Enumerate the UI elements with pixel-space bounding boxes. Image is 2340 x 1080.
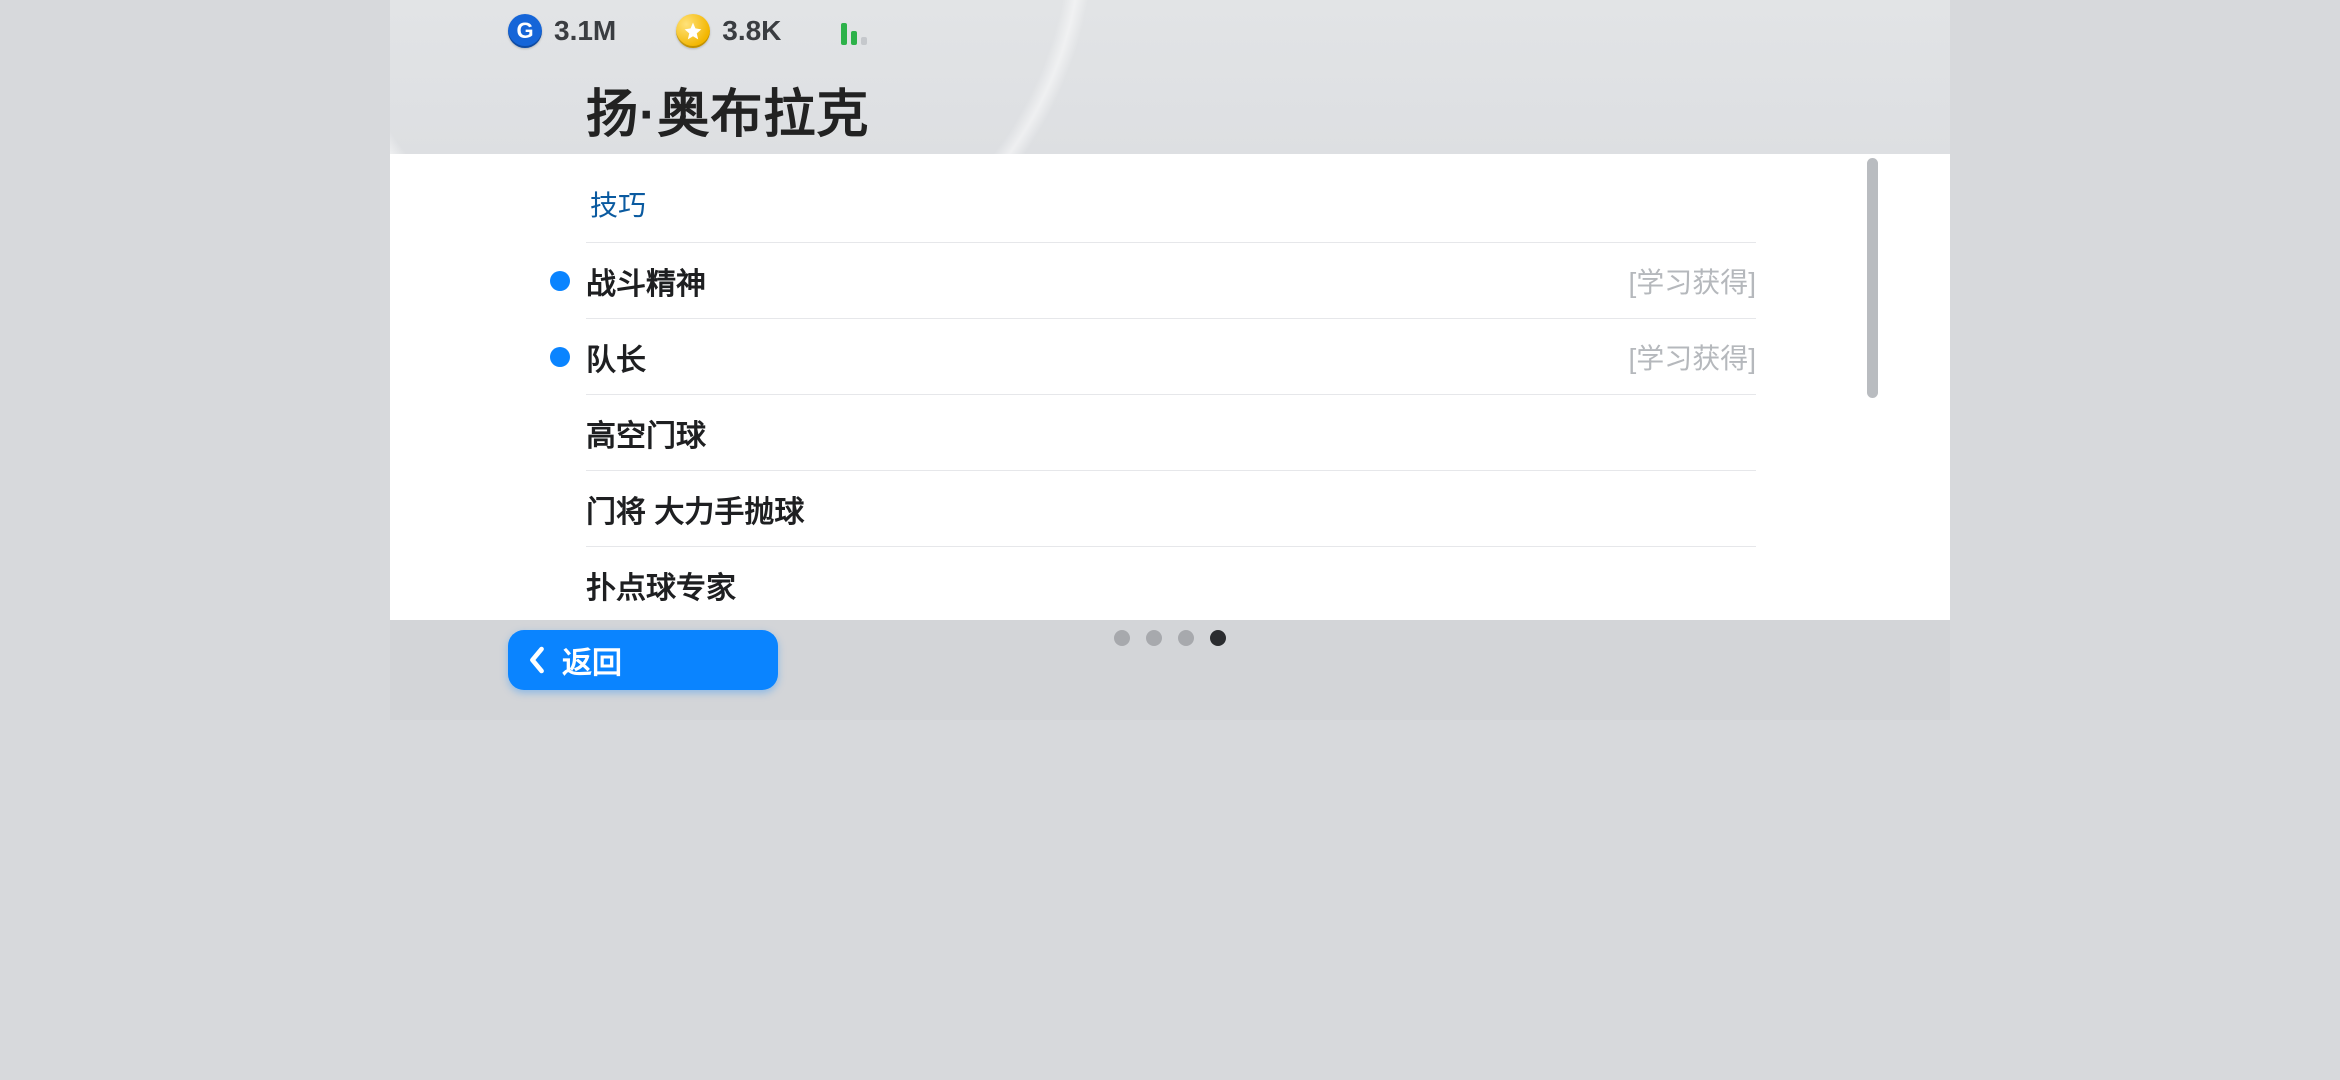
skill-name: 战斗精神: [586, 259, 706, 303]
learned-tag: [学习获得]: [1628, 337, 1756, 377]
skill-row[interactable]: 扑点球专家: [586, 547, 1756, 623]
skill-row[interactable]: 战斗精神 [学习获得]: [586, 243, 1756, 319]
scrollbar-thumb[interactable]: [1867, 158, 1878, 398]
header: G 3.1M 3.8K 扬·奥布拉克: [390, 0, 1950, 154]
bullet-icon: [550, 271, 570, 291]
learned-tag: [学习获得]: [1628, 261, 1756, 301]
section-title-skills: 技巧: [586, 154, 1756, 243]
currency-coins[interactable]: G 3.1M: [508, 14, 616, 48]
coins-value: 3.1M: [554, 15, 616, 47]
star-icon: [676, 14, 710, 48]
page-dot[interactable]: [1114, 630, 1130, 646]
skill-row[interactable]: 高空门球: [586, 395, 1756, 471]
bullet-icon: [550, 347, 570, 367]
skill-name: 队长: [586, 335, 646, 379]
page-dot-active[interactable]: [1210, 630, 1226, 646]
footer: 返回: [390, 620, 1950, 720]
back-label: 返回: [562, 638, 622, 682]
skills-panel[interactable]: 技巧 战斗精神 [学习获得] 队长 [学习获得] 高空门球: [390, 154, 1950, 620]
skill-name: 高空门球: [586, 411, 706, 455]
signal-icon: [841, 17, 867, 45]
currency-stars[interactable]: 3.8K: [676, 14, 781, 48]
chevron-left-icon: [526, 645, 548, 675]
stars-value: 3.8K: [722, 15, 781, 47]
skill-row[interactable]: 队长 [学习获得]: [586, 319, 1756, 395]
skill-name: 扑点球专家: [586, 563, 736, 607]
page-dot[interactable]: [1146, 630, 1162, 646]
skill-name: 门将 大力手抛球: [586, 487, 804, 531]
page-dot[interactable]: [1178, 630, 1194, 646]
skill-row[interactable]: 门将 大力手抛球: [586, 471, 1756, 547]
back-button[interactable]: 返回: [508, 630, 778, 690]
page-indicator[interactable]: [1114, 630, 1226, 646]
player-name: 扬·奥布拉克: [586, 72, 869, 147]
g-coin-icon: G: [508, 14, 542, 48]
